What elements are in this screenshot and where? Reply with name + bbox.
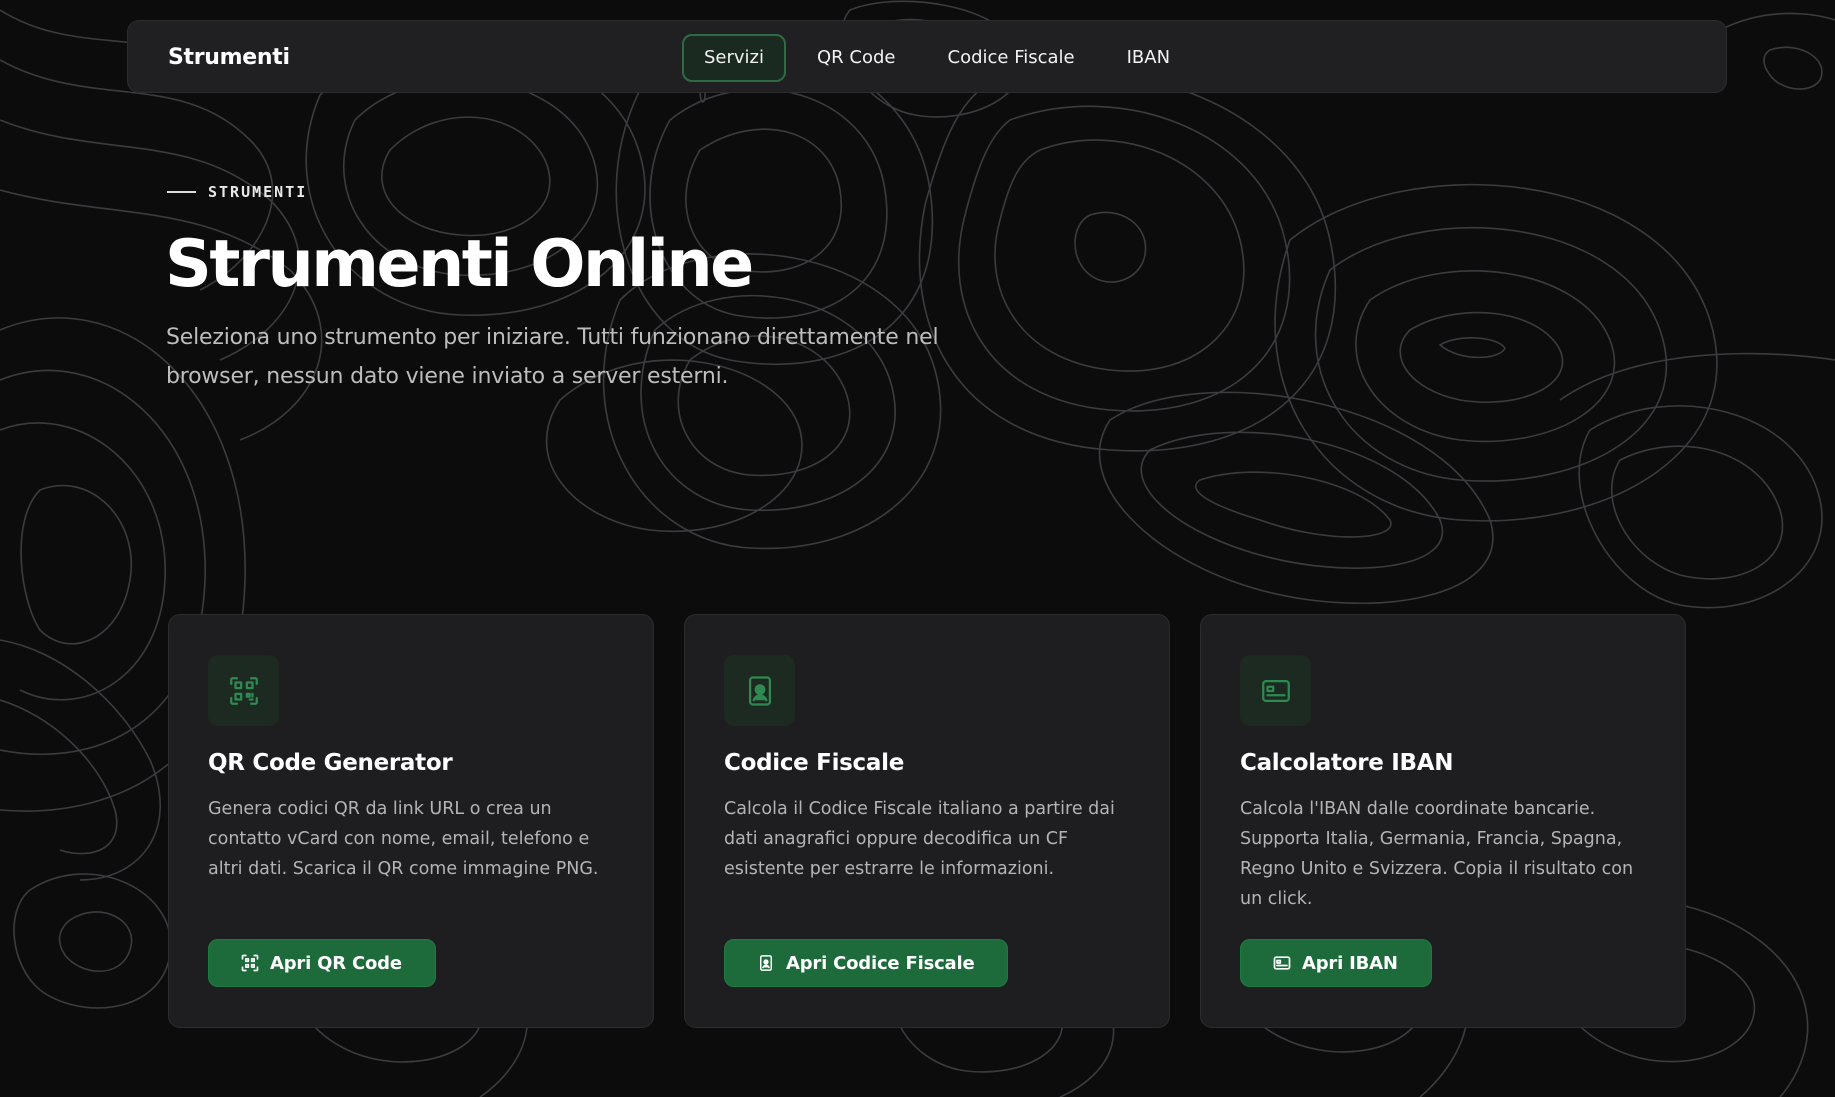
bank-card-icon: [1272, 953, 1292, 973]
nav-link-iban[interactable]: IBAN: [1106, 34, 1191, 82]
card-description: Calcola il Codice Fiscale italiano a par…: [724, 799, 1115, 879]
card-iban: Calcolatore IBAN Calcola l'IBAN dalle co…: [1200, 614, 1686, 1028]
button-label: Apri QR Code: [270, 952, 402, 974]
kicker-line: [167, 191, 196, 193]
card-title: QR Code Generator: [208, 750, 453, 776]
card-title: Calcolatore IBAN: [1240, 750, 1454, 776]
qr-code-icon: [240, 953, 260, 973]
page-subtitle: Seleziona uno strumento per iniziare. Tu…: [166, 325, 939, 389]
card-title: Codice Fiscale: [724, 750, 904, 776]
page-title: Strumenti Online: [165, 227, 754, 302]
button-label: Apri Codice Fiscale: [786, 952, 975, 974]
button-label: Apri IBAN: [1302, 952, 1398, 974]
top-navbar: Strumenti Servizi QR Code Codice Fiscale…: [127, 20, 1727, 93]
card-codice-fiscale: Codice Fiscale Calcola il Codice Fiscale…: [684, 614, 1170, 1028]
nav-link-codice-fiscale[interactable]: Codice Fiscale: [927, 34, 1096, 82]
brand-logo[interactable]: Strumenti: [168, 21, 290, 94]
id-badge-icon: [756, 953, 776, 973]
open-qr-code-button[interactable]: Apri QR Code: [208, 939, 436, 987]
nav-links: Servizi QR Code Codice Fiscale IBAN: [682, 34, 1191, 82]
nav-link-servizi[interactable]: Servizi: [682, 34, 787, 82]
card-description: Genera codici QR da link URL o crea un c…: [208, 799, 599, 879]
open-iban-button[interactable]: Apri IBAN: [1240, 939, 1432, 987]
card-qr-code: QR Code Generator Genera codici QR da li…: [168, 614, 654, 1028]
id-badge-icon: [724, 655, 795, 726]
nav-link-qr-code[interactable]: QR Code: [796, 34, 916, 82]
open-codice-fiscale-button[interactable]: Apri Codice Fiscale: [724, 939, 1009, 987]
kicker-text: STRUMENTI: [208, 183, 308, 201]
qr-code-icon: [208, 655, 279, 726]
card-description: Calcola l'IBAN dalle coordinate bancarie…: [1240, 799, 1634, 909]
section-kicker: STRUMENTI: [167, 181, 307, 203]
bank-card-icon: [1240, 655, 1311, 726]
